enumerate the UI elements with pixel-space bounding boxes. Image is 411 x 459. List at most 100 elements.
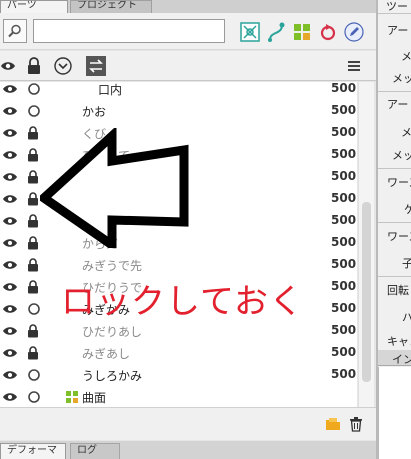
lock-icon[interactable] (27, 280, 39, 297)
draw-order-value[interactable]: 500 (331, 147, 356, 161)
inspector-label: メッシ (392, 149, 411, 162)
search-input[interactable] (33, 19, 225, 43)
inspector-label: アート (387, 24, 411, 37)
unlock-circle-icon[interactable] (27, 368, 41, 385)
eye-icon[interactable] (2, 127, 18, 142)
eye-icon[interactable] (2, 149, 18, 164)
draw-order-value[interactable]: 500 (331, 82, 356, 95)
eye-icon[interactable] (2, 193, 18, 208)
part-name: ひだりあし (82, 325, 143, 339)
tab-parts[interactable]: パーツ (0, 0, 68, 13)
draw-order-value[interactable]: 500 (331, 125, 356, 139)
part-name: みぎあし (82, 347, 131, 361)
draw-order-value[interactable]: 500 (331, 323, 356, 337)
trash-icon[interactable] (349, 416, 363, 432)
deformer-rotate-button[interactable] (265, 21, 287, 43)
unlock-circle-icon[interactable] (27, 104, 41, 121)
parts-row[interactable]: ひだりあし 500 (0, 320, 357, 342)
edit-pen-button[interactable] (343, 21, 365, 43)
draw-order-value[interactable]: 500 (331, 301, 356, 315)
deformer-rotate-icon (268, 22, 285, 42)
chevron-down-icon (54, 57, 72, 75)
lock-icon[interactable] (27, 324, 39, 341)
draw-order-value[interactable]: 500 (331, 103, 356, 117)
part-name: うしろかみ (82, 369, 143, 383)
inspector-label: メ (401, 126, 411, 139)
search-button[interactable] (3, 19, 27, 43)
expand-collapse-button[interactable] (52, 55, 74, 77)
deformer-warp-button[interactable] (239, 21, 261, 43)
inspector-body (378, 367, 411, 459)
draw-order-value[interactable]: 500 (331, 235, 356, 249)
swap-order-button[interactable] (85, 55, 107, 77)
eye-icon[interactable] (2, 237, 18, 252)
tab-log[interactable]: ログ (70, 443, 120, 459)
parts-row[interactable]: 口内 500 (0, 82, 357, 100)
eye-icon[interactable] (2, 369, 18, 384)
eye-icon[interactable] (2, 259, 18, 274)
inspector-label: ケ (404, 201, 411, 217)
parts-row[interactable]: うしろかみ 500 (0, 364, 357, 386)
parts-list-header (0, 51, 376, 81)
lock-icon[interactable] (27, 346, 39, 363)
lock-toggle-all[interactable] (26, 55, 48, 77)
refresh-red-icon (320, 24, 336, 41)
parts-row[interactable]: みぎうで先 500 (0, 254, 357, 276)
lock-icon[interactable] (27, 214, 39, 231)
scrollbar-thumb[interactable] (362, 202, 371, 382)
eye-icon[interactable] (2, 215, 18, 230)
menu-button[interactable] (347, 55, 369, 77)
eye-icon[interactable] (2, 325, 18, 340)
draw-order-value[interactable]: 500 (331, 345, 356, 359)
lock-icon[interactable] (27, 170, 39, 187)
draw-order-value[interactable]: 500 (331, 257, 356, 271)
inspector-label: メッシ (392, 72, 411, 85)
parts-row[interactable]: みぎあし 500 (0, 342, 357, 364)
visibility-toggle-all[interactable] (0, 55, 22, 77)
mesh-button[interactable] (291, 21, 313, 43)
folder-icon[interactable] (325, 417, 341, 431)
eye-icon[interactable] (2, 171, 18, 186)
draw-order-value[interactable]: 500 (331, 191, 356, 205)
inspector-label: メッ (401, 50, 411, 63)
unlock-circle-icon[interactable] (27, 390, 41, 407)
inspector-label: 子 (402, 255, 411, 271)
refresh-button[interactable] (317, 21, 339, 43)
inspector-label: ワース (387, 176, 411, 189)
lock-icon[interactable] (27, 236, 39, 253)
tab-inspector[interactable]: イン (378, 350, 411, 366)
unlock-circle-icon[interactable] (27, 302, 41, 319)
swap-icon (86, 56, 106, 76)
draw-order-value[interactable]: 500 (331, 213, 356, 227)
part-name: かお (82, 105, 107, 119)
eye-icon[interactable] (2, 105, 18, 120)
lock-icon[interactable] (27, 126, 39, 143)
draw-order-value[interactable]: 500 (331, 169, 356, 183)
lock-icon (28, 57, 40, 74)
tab-deformer[interactable]: デフォーマ (0, 443, 66, 459)
part-name: みぎうで先 (82, 259, 143, 273)
eye-icon[interactable] (2, 281, 18, 296)
lock-icon[interactable] (27, 192, 39, 209)
lock-icon[interactable] (27, 148, 39, 165)
annotation-text: ロックしておく (61, 282, 304, 322)
eye-icon[interactable] (2, 83, 18, 98)
inspector-label: ワース (387, 230, 411, 243)
tab-project[interactable]: プロジェクト (70, 0, 152, 13)
inspector-label: 回転 (387, 284, 409, 297)
eye-icon[interactable] (2, 391, 18, 406)
inspector-label: キャン (387, 335, 411, 348)
inspector-label: アート (387, 98, 411, 111)
lock-icon[interactable] (27, 258, 39, 275)
bottom-tab-bar: デフォーマ ログ (0, 441, 376, 459)
unlock-circle-icon[interactable] (27, 82, 41, 99)
parts-toolbar (0, 13, 376, 50)
parts-list-scrollbar[interactable] (358, 82, 374, 407)
parts-row[interactable]: 曲面 (0, 386, 357, 407)
draw-order-value[interactable]: 500 (331, 279, 356, 293)
parts-row[interactable]: かお 500 (0, 100, 357, 122)
eye-icon[interactable] (2, 347, 18, 362)
eye-icon[interactable] (2, 303, 18, 318)
inspector-label: ハ (402, 309, 411, 325)
draw-order-value[interactable]: 500 (331, 367, 356, 381)
